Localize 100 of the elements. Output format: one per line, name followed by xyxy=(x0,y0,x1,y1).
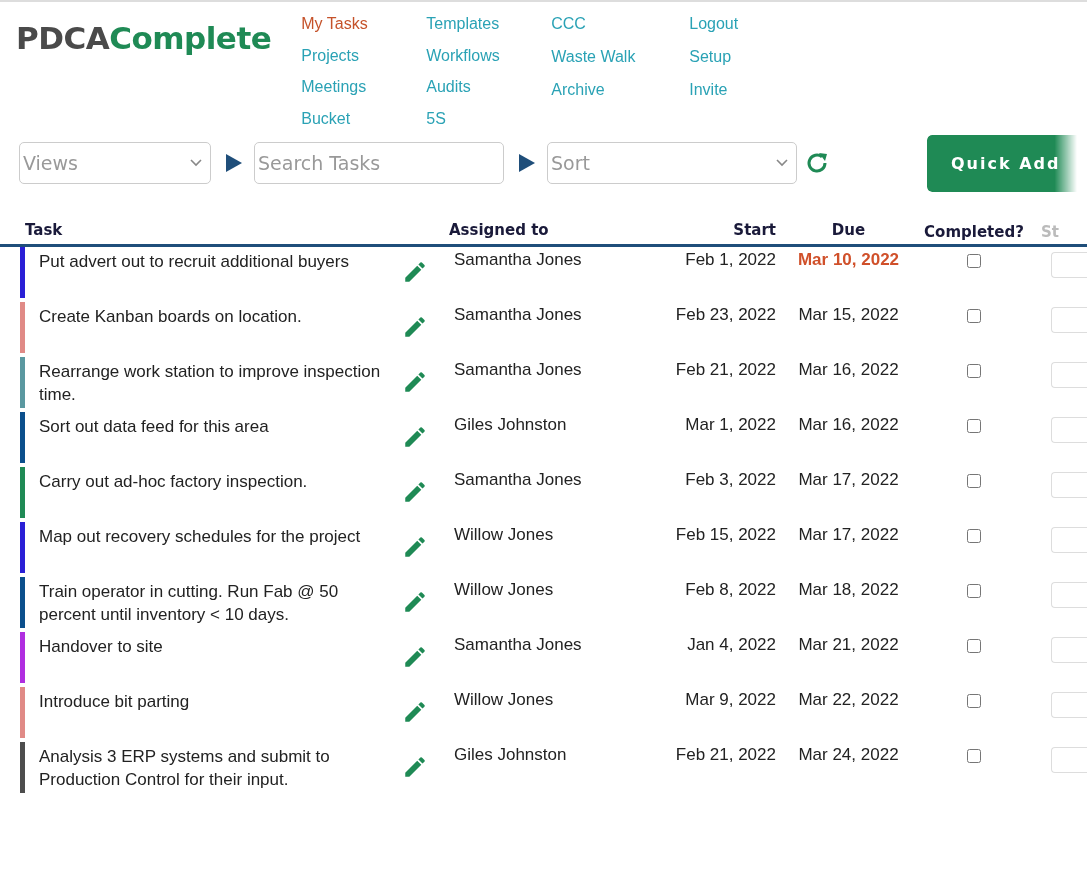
pencil-icon[interactable] xyxy=(402,699,428,725)
task-name: Analysis 3 ERP systems and submit to Production Control for their input. xyxy=(38,746,331,791)
completed-checkbox[interactable] xyxy=(967,364,981,378)
task-name: Handover to site xyxy=(38,636,164,658)
assignee: Willow Jones xyxy=(453,579,555,601)
pencil-icon[interactable] xyxy=(402,314,428,340)
completed-checkbox[interactable] xyxy=(967,474,981,488)
nav-link[interactable]: CCC xyxy=(551,12,690,45)
assignee: Samantha Jones xyxy=(453,359,583,381)
status-field[interactable] xyxy=(1051,472,1087,498)
assignee: Samantha Jones xyxy=(453,634,583,656)
due-date: Mar 17, 2022 xyxy=(797,469,900,491)
nav-link[interactable]: Setup xyxy=(689,45,815,78)
column-header: Assigned to xyxy=(448,220,550,239)
status-field[interactable] xyxy=(1051,307,1087,333)
play-icon xyxy=(519,154,535,172)
start-date: Feb 8, 2022 xyxy=(684,579,777,601)
pencil-icon[interactable] xyxy=(402,369,428,395)
nav-link[interactable]: Bucket xyxy=(301,106,427,138)
nav-link[interactable]: Audits xyxy=(426,75,552,107)
nav-link[interactable]: My Tasks xyxy=(301,12,427,44)
status-field[interactable] xyxy=(1051,637,1087,663)
due-date: Mar 21, 2022 xyxy=(797,634,900,656)
task-name: Train operator in cutting. Run Fab @ 50 percent until inventory < 10 days. xyxy=(38,581,340,626)
status-field[interactable] xyxy=(1051,692,1087,718)
logo: PDCAComplete xyxy=(16,20,272,58)
views-dropdown[interactable]: Views xyxy=(19,142,211,184)
nav-link[interactable]: Meetings xyxy=(301,75,427,107)
pencil-icon[interactable] xyxy=(402,534,428,560)
search-field[interactable]: Search Tasks xyxy=(254,142,504,184)
assignee: Samantha Jones xyxy=(453,469,583,491)
pencil-icon[interactable] xyxy=(402,259,428,285)
due-date: Mar 16, 2022 xyxy=(797,359,900,381)
assignee: Giles Johnston xyxy=(453,414,568,436)
status-field[interactable] xyxy=(1051,527,1087,553)
pencil-icon[interactable] xyxy=(402,754,428,780)
sort-dropdown[interactable]: Sort xyxy=(547,142,797,184)
assignee: Willow Jones xyxy=(453,524,555,546)
quick-add-button[interactable]: Quick Add xyxy=(927,134,1077,192)
pencil-icon[interactable] xyxy=(402,424,428,450)
column-header: Completed? xyxy=(923,221,1025,241)
status-field[interactable] xyxy=(1051,362,1087,388)
completed-checkbox[interactable] xyxy=(967,584,981,598)
task-name: Rearrange work station to improve inspection time. xyxy=(38,361,382,406)
pencil-icon[interactable] xyxy=(402,479,428,505)
due-date: Mar 22, 2022 xyxy=(797,689,900,711)
task-name: Map out recovery schedules for the project xyxy=(38,526,362,548)
start-date: Mar 9, 2022 xyxy=(684,689,777,711)
start-date: Jan 4, 2022 xyxy=(686,634,777,656)
task-name: Introduce bit parting xyxy=(38,691,191,713)
start-date: Feb 21, 2022 xyxy=(674,744,777,766)
nav-link[interactable]: 5S xyxy=(426,106,552,138)
completed-checkbox[interactable] xyxy=(967,309,981,323)
due-date: Mar 10, 2022 xyxy=(796,249,901,271)
completed-checkbox[interactable] xyxy=(967,254,981,268)
completed-checkbox[interactable] xyxy=(967,529,981,543)
start-date: Feb 1, 2022 xyxy=(684,249,777,271)
chevron-down-icon xyxy=(190,159,202,167)
start-date: Mar 1, 2022 xyxy=(684,414,777,436)
assignee: Giles Johnston xyxy=(453,744,568,766)
task-name: Carry out ad-hoc factory inspection. xyxy=(38,471,309,493)
task-name: Put advert out to recruit additional buyers xyxy=(38,251,350,273)
column-header: Due xyxy=(830,220,867,239)
due-date: Mar 17, 2022 xyxy=(797,524,900,546)
assignee: Samantha Jones xyxy=(453,304,583,326)
nav-link[interactable]: Templates xyxy=(426,12,552,44)
due-date: Mar 24, 2022 xyxy=(797,744,900,766)
start-date: Feb 21, 2022 xyxy=(674,359,777,381)
completed-checkbox[interactable] xyxy=(967,749,981,763)
nav-link[interactable]: Projects xyxy=(301,43,427,75)
status-field[interactable] xyxy=(1051,582,1087,608)
completed-checkbox[interactable] xyxy=(967,419,981,433)
pencil-icon[interactable] xyxy=(402,589,428,615)
start-date: Feb 3, 2022 xyxy=(684,469,777,491)
due-date: Mar 15, 2022 xyxy=(797,304,900,326)
play-icon xyxy=(226,154,242,172)
column-header: St xyxy=(1040,221,1060,241)
completed-checkbox[interactable] xyxy=(967,694,981,708)
chevron-down-icon xyxy=(776,159,788,167)
start-date: Feb 23, 2022 xyxy=(674,304,777,326)
refresh-icon[interactable] xyxy=(805,151,829,175)
column-header: Task xyxy=(24,220,64,239)
nav-link[interactable]: Waste Walk xyxy=(551,45,690,78)
nav-link[interactable]: Logout xyxy=(689,12,815,45)
completed-checkbox[interactable] xyxy=(967,639,981,653)
pencil-icon[interactable] xyxy=(402,644,428,670)
due-date: Mar 18, 2022 xyxy=(797,579,900,601)
status-field[interactable] xyxy=(1051,747,1087,773)
nav-link[interactable]: Invite xyxy=(689,78,815,111)
due-date: Mar 16, 2022 xyxy=(797,414,900,436)
task-name: Sort out data feed for this area xyxy=(38,416,270,438)
status-field[interactable] xyxy=(1051,252,1087,278)
task-name: Create Kanban boards on location. xyxy=(38,306,303,328)
status-field[interactable] xyxy=(1051,417,1087,443)
assignee: Willow Jones xyxy=(453,689,555,711)
start-date: Feb 15, 2022 xyxy=(674,524,777,546)
nav-link[interactable]: Archive xyxy=(551,78,690,111)
column-header: Start xyxy=(732,220,777,239)
nav-link[interactable]: Workflows xyxy=(426,43,552,75)
assignee: Samantha Jones xyxy=(453,249,583,271)
